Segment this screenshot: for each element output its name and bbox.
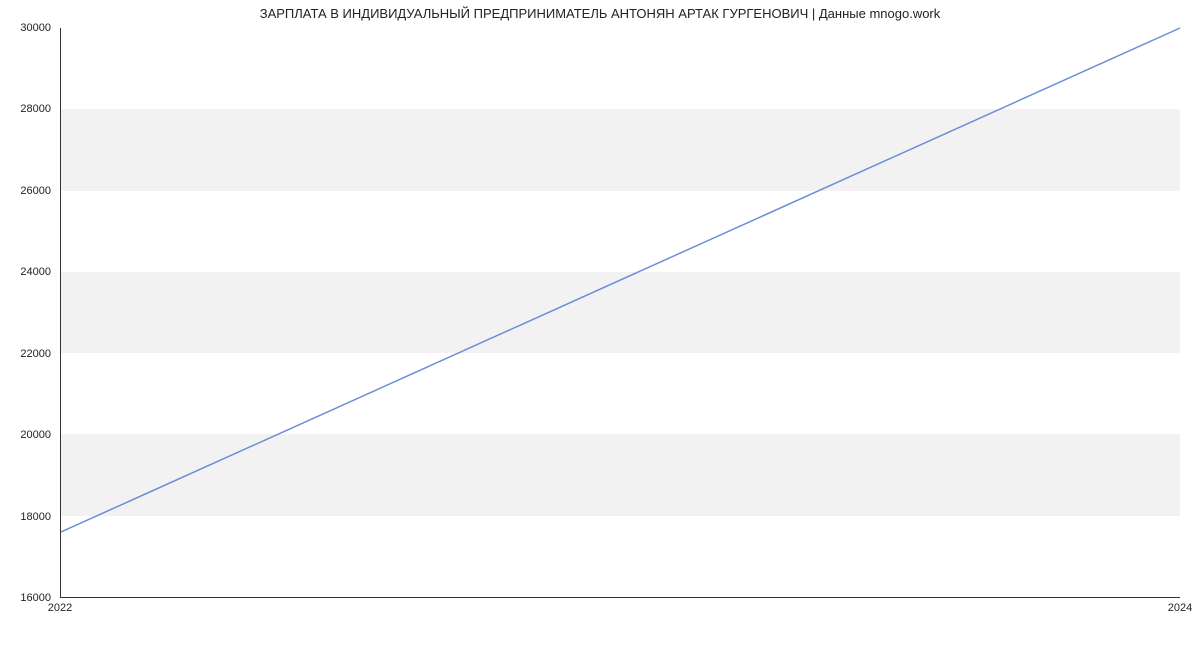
y-tick-label: 26000 (20, 185, 51, 197)
chart-container: ЗАРПЛАТА В ИНДИВИДУАЛЬНЫЙ ПРЕДПРИНИМАТЕЛ… (0, 0, 1200, 650)
x-tick-label: 2022 (48, 602, 72, 614)
series-line (61, 28, 1180, 532)
y-tick-label: 24000 (20, 266, 51, 278)
y-tick-label: 18000 (20, 511, 51, 523)
y-tick-label: 16000 (20, 592, 51, 604)
y-tick-label: 20000 (20, 429, 51, 441)
y-tick-label: 22000 (20, 348, 51, 360)
x-axis-ticks: 2022 2024 (60, 600, 1180, 620)
x-tick-label: 2024 (1168, 602, 1192, 614)
chart-title: ЗАРПЛАТА В ИНДИВИДУАЛЬНЫЙ ПРЕДПРИНИМАТЕЛ… (0, 6, 1200, 21)
y-axis-ticks: 16000 18000 20000 22000 24000 26000 2800… (0, 28, 55, 598)
y-tick-label: 28000 (20, 103, 51, 115)
line-svg (61, 28, 1180, 597)
plot-area (60, 28, 1180, 598)
y-tick-label: 30000 (20, 22, 51, 34)
